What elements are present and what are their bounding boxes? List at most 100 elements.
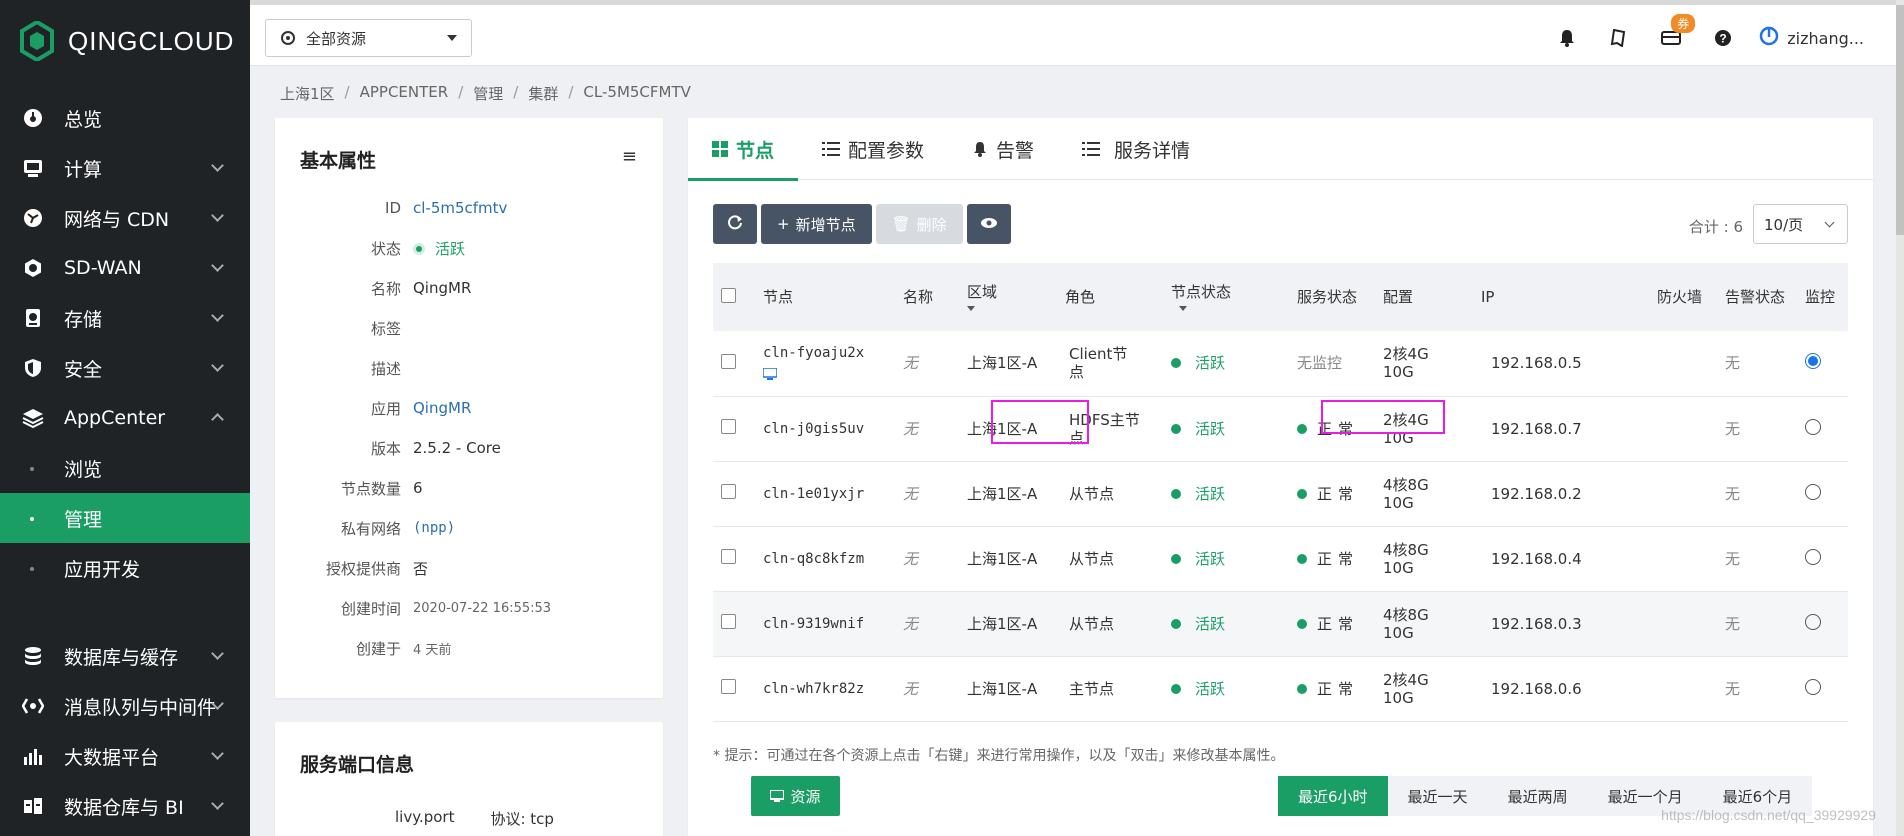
tab-bar: 节点 配置参数 告警 服务详情 (688, 118, 1873, 181)
property-row: 应用 QingMR (275, 388, 663, 428)
monitor-radio[interactable] (1805, 613, 1821, 630)
table-header-row: 节点 名称 区域 角色 节点状态 服务状态 配置 IP 防火墙 告警状态 监控 (713, 263, 1848, 331)
node-id[interactable]: cln-1e01yxjr (763, 486, 864, 502)
breadcrumb-item[interactable]: 管理 (473, 83, 503, 104)
service-status: 正常 (1297, 485, 1361, 503)
tab-nodes[interactable]: 节点 (688, 118, 799, 181)
breadcrumb-item[interactable]: APPCENTER (360, 83, 449, 104)
time-range-option[interactable]: 最近两周 (1488, 776, 1588, 816)
status-dot-icon (413, 242, 425, 255)
scrollbar-thumb[interactable] (1896, 5, 1904, 235)
delete-button[interactable]: 🗑 删除 (875, 204, 963, 244)
sidebar-item-label: 总览 (64, 108, 103, 131)
row-checkbox[interactable] (721, 614, 736, 629)
sidebar-item-sdwan[interactable]: SD-WAN (0, 243, 250, 293)
sidebar-subitem-app-dev[interactable]: 应用开发 (0, 543, 250, 593)
row-checkbox[interactable] (721, 419, 736, 434)
select-all-checkbox[interactable] (721, 287, 736, 303)
page-size-value: 10/页 (1764, 215, 1804, 234)
sort-caret-icon (967, 306, 975, 311)
resource-selector[interactable]: 全部资源 (265, 19, 472, 57)
sidebar-item-warehouse[interactable]: 数据仓库与 BI (0, 781, 250, 831)
sidebar-subitem-browse[interactable]: 浏览 (0, 443, 250, 493)
resource-button[interactable]: 资源 (751, 776, 840, 816)
sidebar-item-label: 数据仓库与 BI (64, 796, 184, 819)
breadcrumb: 上海1区 / APPCENTER / 管理 / 集群 / CL-5M5CFMTV (280, 83, 691, 104)
page-size-select[interactable]: 10/页 (1753, 204, 1848, 244)
table-row[interactable]: cln-wh7kr82z 无 上海1区-A 主节点 活跃 正常 2核4G 10G 192.16… (713, 656, 1848, 721)
node-status-text: 活跃 (1195, 679, 1226, 698)
help-icon[interactable]: ? (1709, 24, 1737, 52)
breadcrumb-item[interactable]: 上海1区 (280, 83, 335, 104)
qingcloud-logo-icon (20, 19, 54, 63)
node-name: 无 (903, 484, 919, 503)
monitor-radio[interactable] (1805, 548, 1821, 565)
property-value[interactable]: cl-5m5cfmtv (413, 199, 507, 217)
view-button[interactable] (966, 204, 1011, 244)
header-zone[interactable]: 区域 (959, 263, 1057, 331)
node-id[interactable]: cln-q8c8kfzm (763, 551, 864, 567)
header-ip: IP (1481, 288, 1495, 306)
coupon-icon[interactable]: 券 (1657, 14, 1696, 52)
property-value[interactable]: QingMR (413, 399, 471, 417)
monitor-radio[interactable] (1805, 483, 1821, 500)
sidebar-item-storage[interactable]: 存储 (0, 293, 250, 343)
row-checkbox[interactable] (721, 484, 736, 499)
list-icon (1082, 142, 1101, 156)
header-node-status[interactable]: 节点状态 (1163, 263, 1289, 331)
refresh-button[interactable] (713, 204, 757, 244)
time-range-option[interactable]: 最近6小时 (1278, 776, 1388, 816)
table-row[interactable]: cln-q8c8kfzm 无 上海1区-A 从节点 活跃 正常 4核8G 10G 192.16… (713, 526, 1848, 591)
tab-service-details[interactable]: 服务详情 (1058, 118, 1214, 180)
vnc-icon[interactable] (762, 366, 887, 384)
node-id[interactable]: cln-9319wnif (763, 616, 864, 632)
table-row[interactable]: cln-1e01yxjr 无 上海1区-A 从节点 活跃 正常 4核8G 10G 192.16… (713, 461, 1848, 526)
node-id[interactable]: cln-fyoaju2x (763, 345, 864, 361)
add-node-button[interactable]: + 新增节点 (761, 204, 872, 244)
sidebar-item-compute[interactable]: 计算 (0, 143, 250, 193)
monitor-radio[interactable] (1805, 678, 1821, 695)
sidebar-item-overview[interactable]: 总览 (0, 93, 250, 143)
node-id[interactable]: cln-j0gis5uv (763, 421, 864, 437)
sidebar-item-message-queue[interactable]: 消息队列与中间件 (0, 681, 250, 731)
bell-icon[interactable] (1553, 24, 1581, 52)
node-status-dot-icon (1171, 488, 1181, 499)
monitor-radio[interactable] (1805, 418, 1821, 435)
node-ip: 192.168.0.6 (1491, 679, 1582, 698)
menu-icon[interactable]: ≡ (622, 146, 637, 167)
tab-alarms[interactable]: 告警 (948, 118, 1058, 180)
sidebar-item-security[interactable]: 安全 (0, 343, 250, 393)
table-row[interactable]: cln-9319wnif 无 上海1区-A 从节点 活跃 正常 4核8G 10G 192.16… (713, 591, 1848, 656)
tab-label: 服务详情 (1114, 139, 1191, 162)
header-node-status-label: 节点状态 (1171, 283, 1232, 301)
breadcrumb-item[interactable]: 集群 (528, 83, 558, 104)
property-value[interactable]: (npp) (413, 520, 455, 536)
sidebar-item-database[interactable]: 数据库与缓存 (0, 631, 250, 681)
logo[interactable]: QINGCLOUD (0, 0, 250, 82)
sidebar-item-bigdata[interactable]: 大数据平台 (0, 731, 250, 781)
breadcrumb-item-current: CL-5M5CFMTV (583, 83, 691, 101)
table-row[interactable]: cln-j0gis5uv 无上海1区-A HDFS主节点 活跃 正常 2核4G 10G 19… (713, 396, 1848, 461)
property-row: 状态 活跃 (275, 228, 663, 268)
sidebar-item-network[interactable]: 网络与 CDN (0, 193, 250, 243)
tab-config[interactable]: 配置参数 (798, 118, 948, 180)
property-value: 活跃 (435, 239, 466, 258)
table-row[interactable]: cln-fyoaju2x 无 上海1区-A Client节点 活跃 无监控 2核4G 10G… (713, 331, 1848, 396)
sidebar-item-label: 安全 (64, 358, 103, 381)
monitor-radio[interactable] (1805, 353, 1821, 370)
node-name: 无 (903, 419, 919, 438)
row-checkbox[interactable] (721, 679, 736, 694)
sidebar-item-appcenter[interactable]: AppCenter (0, 393, 250, 443)
header-firewall: 防火墙 (1657, 288, 1703, 306)
node-id[interactable]: cln-wh7kr82z (763, 681, 864, 697)
ticket-icon[interactable] (1605, 24, 1633, 52)
sidebar-item-label: 存储 (64, 308, 103, 331)
sidebar-subitem-manage[interactable]: 管理 (0, 493, 250, 543)
row-checkbox[interactable] (721, 549, 736, 564)
page-scrollbar[interactable] (1896, 0, 1904, 836)
node-ip: 192.168.0.7 (1491, 419, 1582, 438)
user-menu[interactable]: zizhang... (1759, 26, 1864, 50)
row-checkbox[interactable] (721, 353, 736, 369)
time-range-option[interactable]: 最近一天 (1388, 776, 1488, 816)
